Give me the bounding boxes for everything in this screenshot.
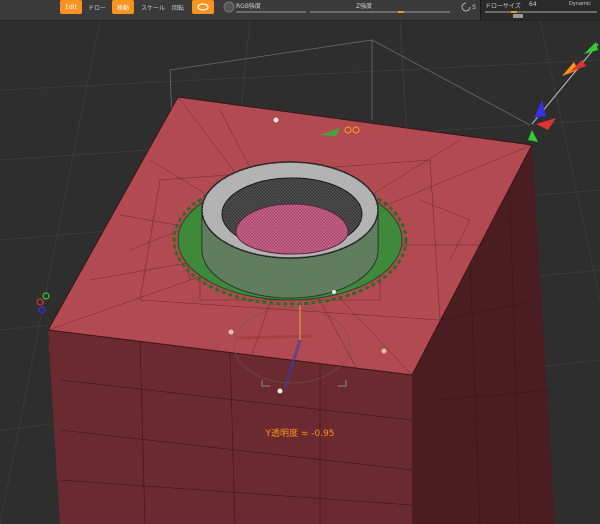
3d-viewport[interactable] [0, 20, 600, 524]
z-intensity-label: Z強度 [356, 3, 373, 10]
gizmo-toggle-button[interactable] [192, 0, 214, 14]
spiral-icon [461, 2, 471, 12]
edit-button[interactable]: Edit [60, 0, 82, 14]
top-toolbar: Edit ドロー 移動 スケール 回転 RGB強度 Z強度 S ドローサイズ 6… [0, 0, 600, 21]
draw-size-label: ドローサイズ [485, 3, 521, 10]
left-axis-gizmo[interactable] [36, 292, 50, 314]
s-button[interactable]: S [458, 0, 478, 14]
scale-button[interactable]: スケール [140, 0, 166, 14]
draw-button[interactable]: ドロー [88, 0, 106, 14]
z-intensity-slider[interactable] [310, 11, 450, 13]
panel-grip-icon[interactable] [513, 14, 523, 18]
draw-size-value: 64 [529, 1, 537, 8]
rgb-intensity-label: RGB強度 [236, 3, 261, 10]
pink-dome [235, 203, 349, 255]
draw-size-knob[interactable] [511, 11, 517, 13]
draw-size-slider[interactable] [485, 11, 597, 13]
transparency-status-text: Y透明度 = -0.95 [265, 429, 335, 439]
z-intensity-knob[interactable] [398, 11, 404, 13]
rotate-button[interactable]: 回転 [170, 0, 186, 14]
move-button[interactable]: 移動 [112, 0, 134, 14]
sphere-toggle-button[interactable] [222, 0, 236, 14]
sphere-icon [223, 1, 235, 13]
dynamic-label: Dynamic [569, 1, 592, 7]
brush-panel: ドローサイズ 64 Dynamic [480, 0, 600, 20]
s-label: S [472, 3, 476, 11]
gizmo-icon [197, 3, 209, 11]
rgb-intensity-slider[interactable] [236, 11, 306, 13]
